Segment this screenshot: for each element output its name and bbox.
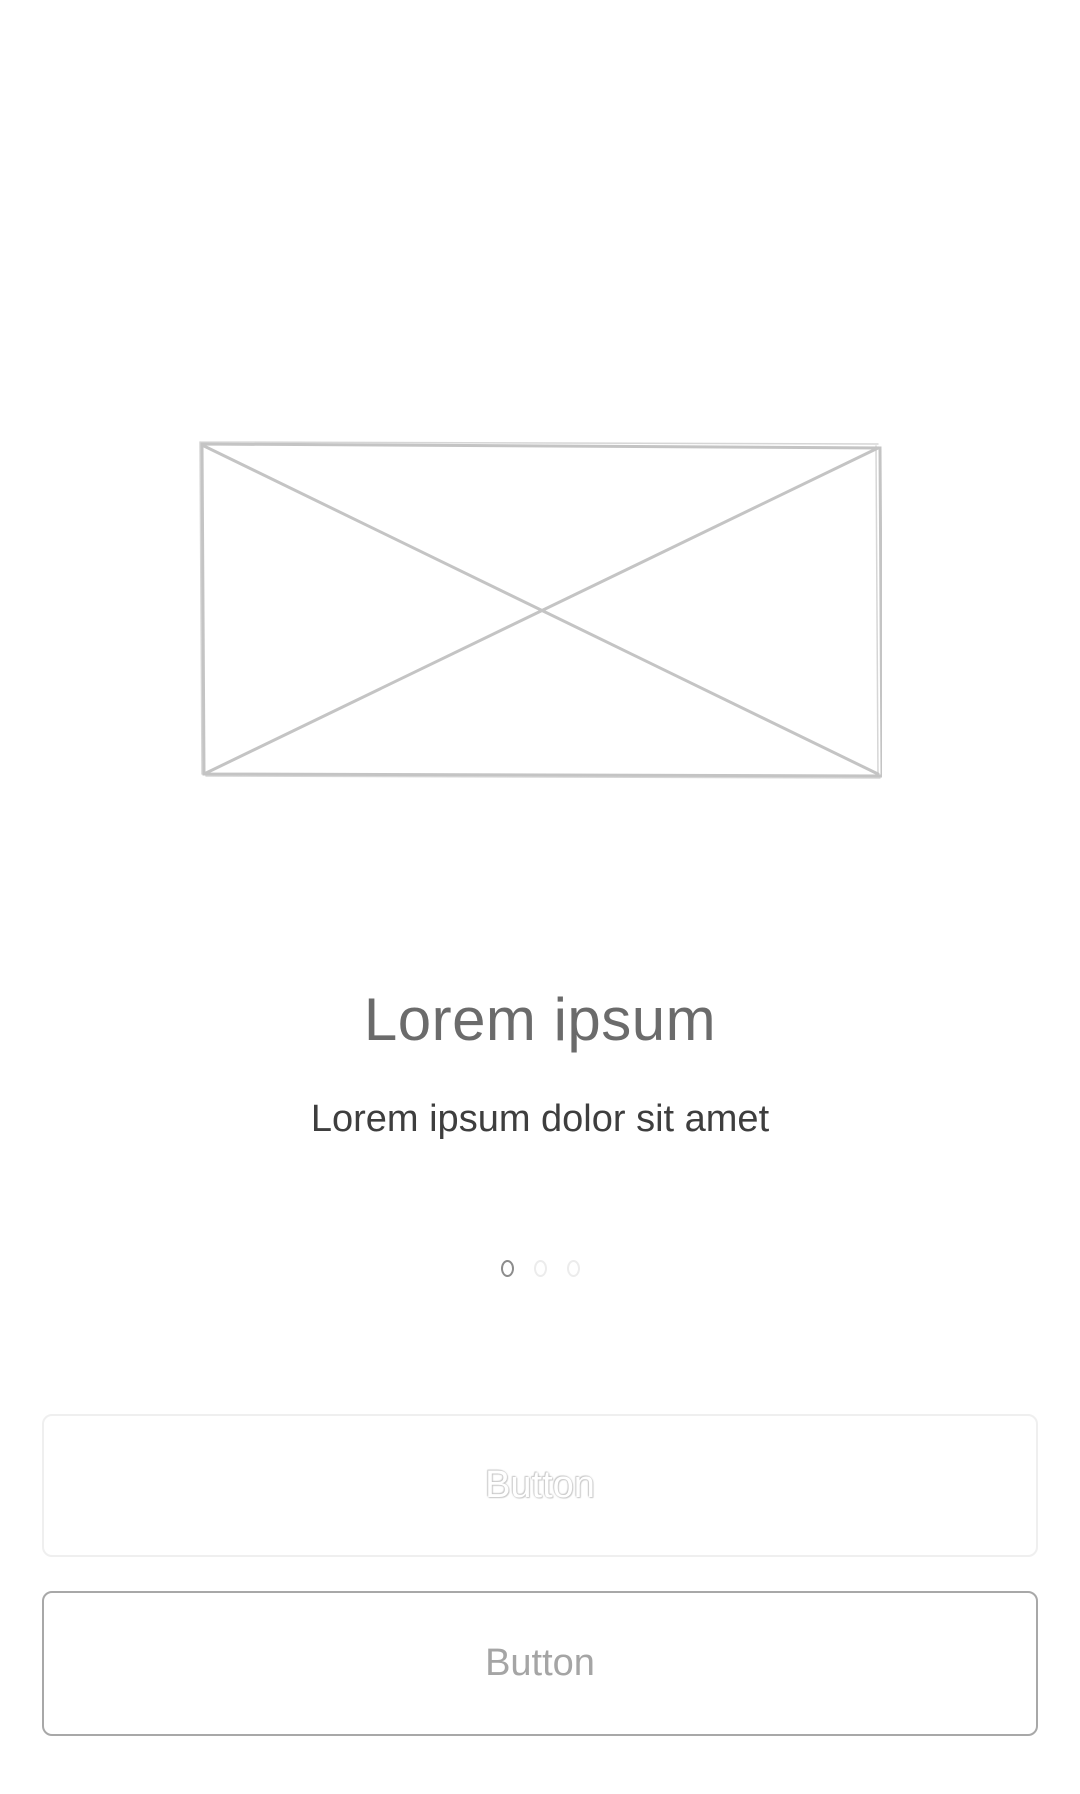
secondary-button[interactable]: Button (42, 1591, 1038, 1736)
image-placeholder-icon (199, 441, 882, 779)
page-dot[interactable] (566, 1260, 580, 1277)
page-dot[interactable] (533, 1260, 547, 1277)
page-indicator (0, 1260, 1080, 1277)
page-title: Lorem ipsum (363, 986, 717, 1053)
page-dot-active[interactable] (500, 1260, 514, 1277)
primary-button-label: Button (485, 1464, 595, 1506)
primary-button[interactable]: Button (42, 1414, 1038, 1557)
page-subtitle: Lorem ipsum dolor sit amet (310, 1098, 770, 1140)
secondary-button-label: Button (485, 1642, 595, 1684)
